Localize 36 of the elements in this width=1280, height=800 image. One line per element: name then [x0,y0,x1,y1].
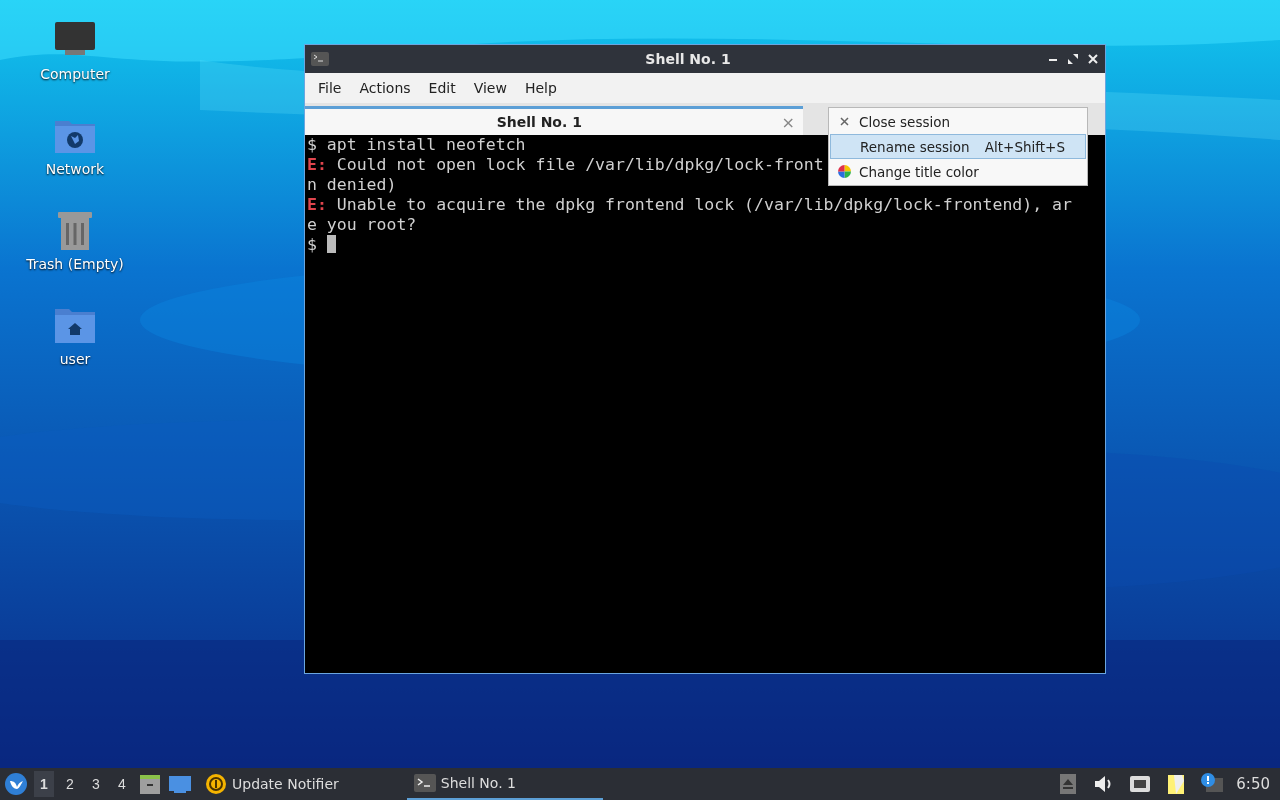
workspace-button[interactable]: 3 [86,771,106,797]
menu-item[interactable]: File [309,80,351,96]
color-wheel-icon [838,165,851,178]
desktop-icon-label[interactable]: Trash (Empty) [26,256,124,272]
terminal-line: $ [307,235,336,255]
tab-label: Shell No. 1 [495,114,583,130]
text-cursor [326,235,336,253]
start-menu-icon[interactable] [4,772,28,796]
menu-item[interactable]: Change title color [830,159,1086,184]
shortcut-label: Alt+Shift+S [984,138,1066,155]
terminal-line: E: Unable to acquire the dpkg frontend lock (/var/lib/dpkg/lock-frontend), ar [307,195,1072,215]
terminal-icon [412,771,437,795]
taskbar-task[interactable]: Update Notifier [198,768,345,800]
file-cabinet-icon[interactable] [138,772,162,796]
terminal-line: n denied) [307,175,397,195]
workspace-button[interactable]: 1 [34,771,54,797]
terminal-line: E: Could not open lock file /var/lib/dpkg/lock-front [307,155,824,175]
taskbar-task[interactable]: Shell No. 1 [406,768,603,800]
menu-item[interactable]: Actions [350,80,420,96]
terminal-line: $ apt install neofetch [307,135,526,155]
workspace-button[interactable]: 2 [60,771,80,797]
close-icon[interactable] [1087,53,1099,65]
menu-item[interactable]: View [464,80,516,96]
window-title: Shell No. 1 [644,51,732,67]
menu-item[interactable]: Edit [419,80,465,96]
menu-item[interactable]: Rename session Alt+Shift+S [830,134,1086,159]
menu-item[interactable]: Help [515,80,566,96]
menu-item[interactable]: Close session [830,109,1086,134]
tab[interactable]: Shell No. 1 × [305,106,803,135]
clock[interactable]: 6:50 [1230,775,1276,793]
workspace-button[interactable]: 4 [112,771,132,797]
desktop-icon-label[interactable]: user [59,351,91,367]
close-icon [838,115,851,128]
terminal-line: e you root? [307,215,417,235]
terminal-icon [311,52,329,66]
maximize-icon[interactable] [1067,53,1079,65]
